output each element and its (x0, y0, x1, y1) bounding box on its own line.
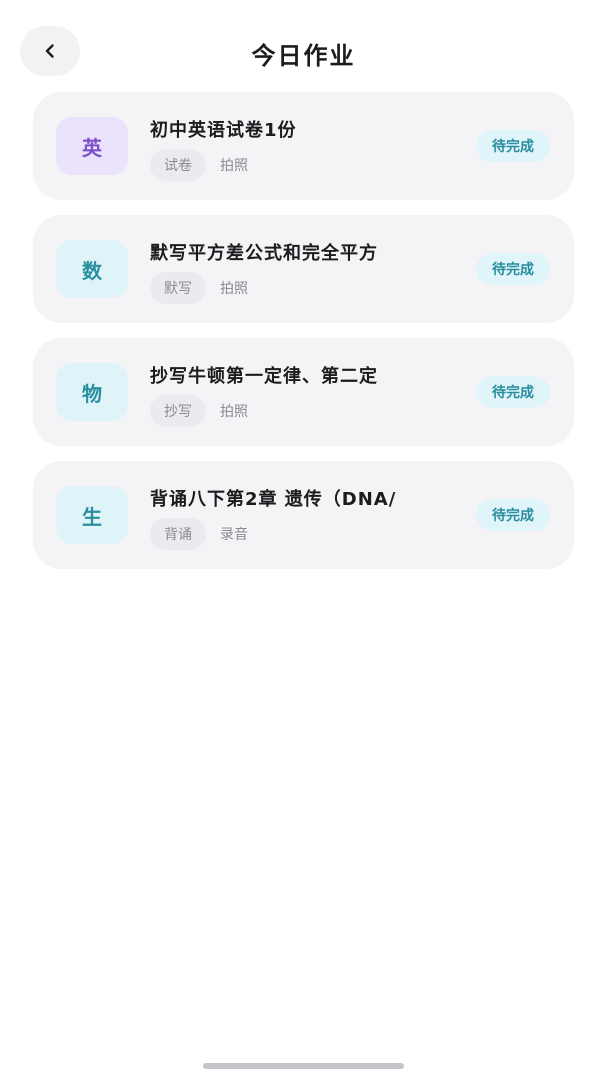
subject-badge: 物 (56, 363, 128, 421)
assignment-list: 英 初中英语试卷1份 试卷 拍照 待完成 数 默写平方差公式和完全平方 默写 拍… (33, 92, 574, 584)
home-indicator[interactable] (203, 1063, 404, 1069)
header: 今日作业 (0, 0, 607, 106)
assignment-card[interactable]: 数 默写平方差公式和完全平方 默写 拍照 待完成 (33, 215, 574, 323)
assignment-title: 抄写牛顿第一定律、第二定 (150, 366, 378, 387)
assignment-tags: 背诵 录音 (150, 518, 248, 550)
status-badge: 待完成 (476, 130, 550, 162)
submit-method-label: 拍照 (220, 404, 248, 420)
type-tag: 默写 (150, 272, 206, 304)
subject-badge: 生 (56, 486, 128, 544)
assignment-card[interactable]: 物 抄写牛顿第一定律、第二定 抄写 拍照 待完成 (33, 338, 574, 446)
submit-method-label: 拍照 (220, 281, 248, 297)
type-tag: 背诵 (150, 518, 206, 550)
assignment-tags: 默写 拍照 (150, 272, 248, 304)
assignment-title: 默写平方差公式和完全平方 (150, 243, 378, 264)
assignment-title: 初中英语试卷1份 (150, 120, 297, 141)
assignment-tags: 试卷 拍照 (150, 149, 248, 181)
subject-badge: 数 (56, 240, 128, 298)
status-badge: 待完成 (476, 376, 550, 408)
page-title: 今日作业 (251, 42, 356, 70)
assignment-title: 背诵八下第2章 遗传（DNA/ (150, 489, 397, 510)
status-badge: 待完成 (476, 499, 550, 531)
type-tag: 抄写 (150, 395, 206, 427)
assignment-tags: 抄写 拍照 (150, 395, 248, 427)
assignment-card[interactable]: 英 初中英语试卷1份 试卷 拍照 待完成 (33, 92, 574, 200)
status-badge: 待完成 (476, 253, 550, 285)
submit-method-label: 录音 (220, 527, 248, 543)
subject-badge: 英 (56, 117, 128, 175)
assignment-card[interactable]: 生 背诵八下第2章 遗传（DNA/ 背诵 录音 待完成 (33, 461, 574, 569)
submit-method-label: 拍照 (220, 158, 248, 174)
type-tag: 试卷 (150, 149, 206, 181)
